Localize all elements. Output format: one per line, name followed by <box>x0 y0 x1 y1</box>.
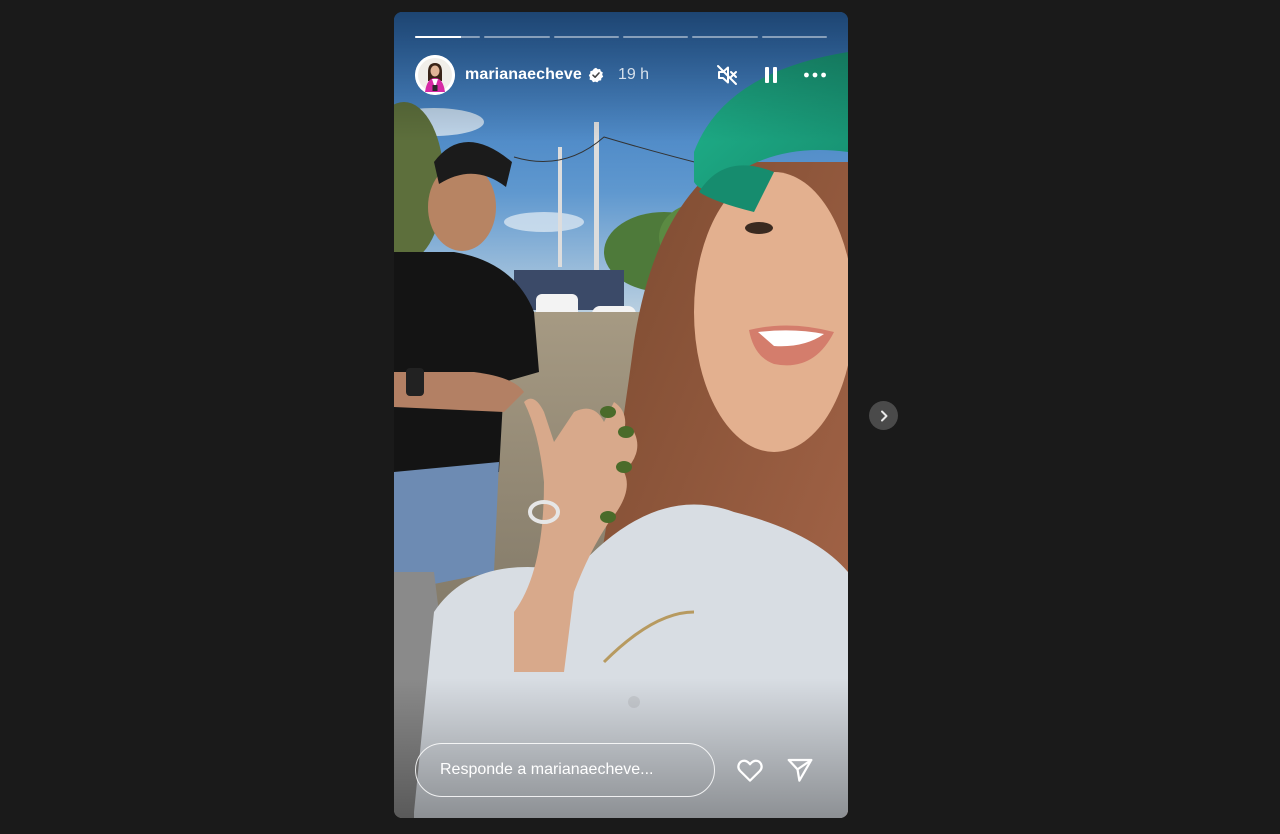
verified-badge-icon <box>588 67 604 83</box>
send-icon[interactable] <box>785 755 815 785</box>
progress-segment <box>484 36 550 38</box>
progress-segment <box>692 36 758 38</box>
more-options-icon[interactable] <box>803 63 827 87</box>
story-actions <box>735 755 815 785</box>
muted-speaker-icon[interactable] <box>715 63 739 87</box>
progress-segment <box>761 36 827 38</box>
progress-segment <box>553 36 619 38</box>
progress-segment <box>415 36 481 38</box>
pause-icon[interactable] <box>759 63 783 87</box>
story-header: marianaecheve 19 h <box>415 54 827 96</box>
chevron-right-icon <box>880 410 887 421</box>
story-progress-bar <box>415 36 827 39</box>
profile-avatar[interactable] <box>415 55 455 95</box>
reply-input[interactable] <box>415 743 715 797</box>
next-story-button[interactable] <box>869 401 898 430</box>
story-footer <box>415 742 827 798</box>
username[interactable]: marianaecheve <box>465 66 582 84</box>
story-image <box>394 12 848 818</box>
story-controls <box>715 63 827 87</box>
heart-icon[interactable] <box>735 755 765 785</box>
story-time: 19 h <box>617 66 650 83</box>
story-viewer: marianaecheve 19 h <box>394 12 848 818</box>
progress-fill <box>415 36 461 38</box>
progress-segment <box>622 36 689 38</box>
avatar-image <box>415 55 455 95</box>
